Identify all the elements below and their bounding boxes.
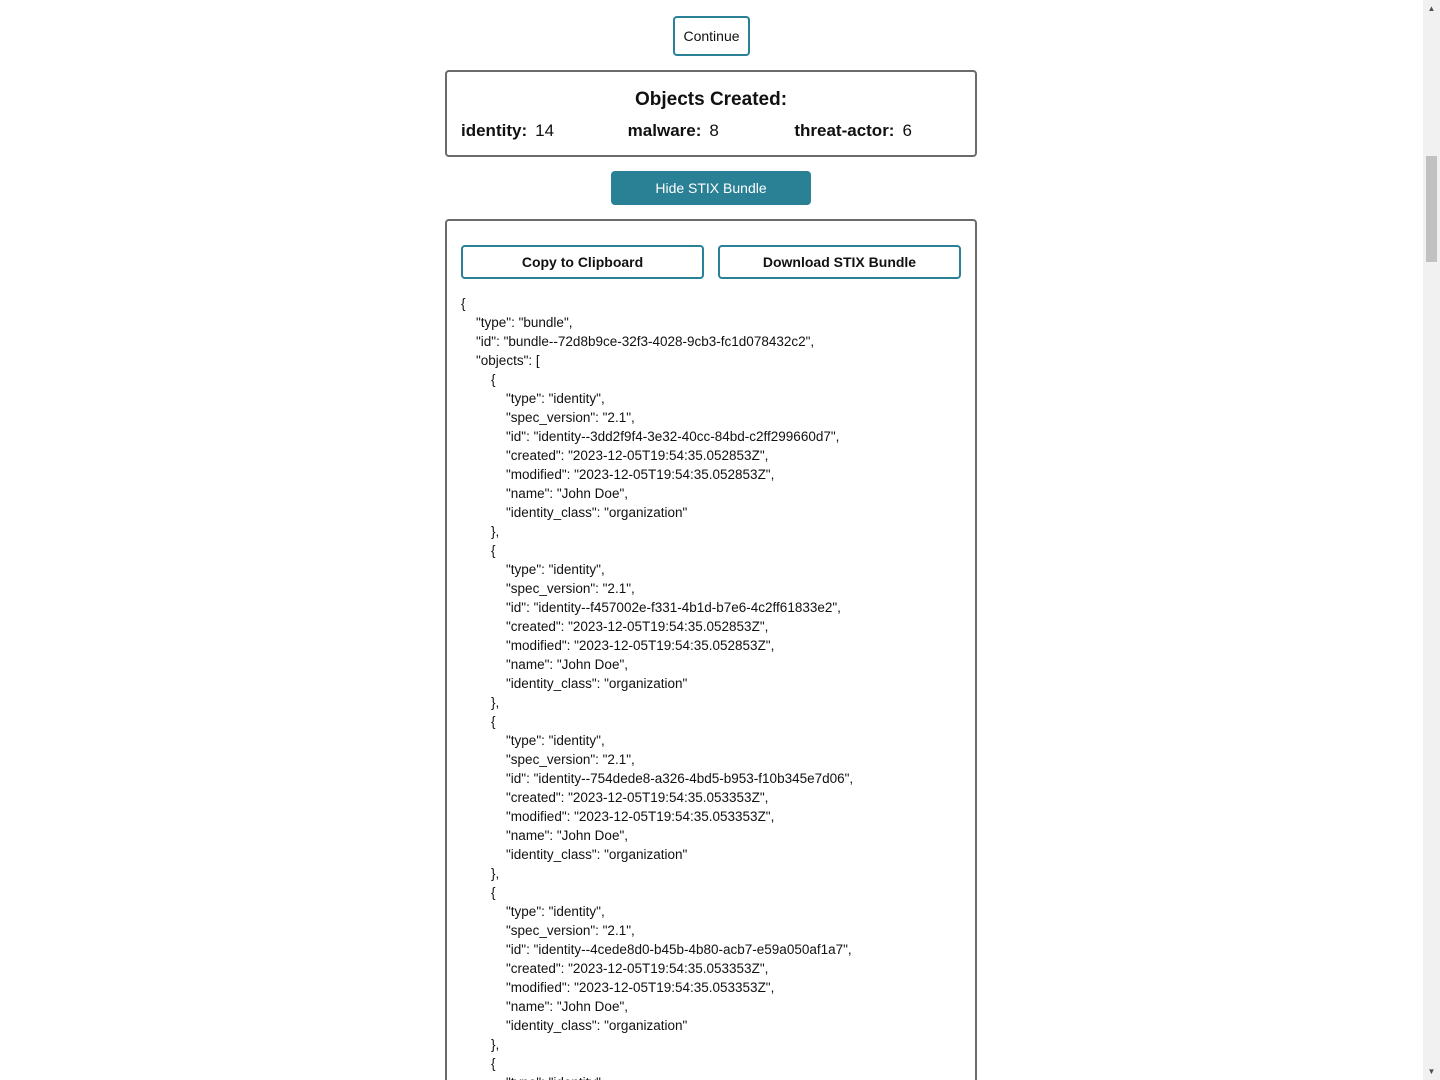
page: Continue Objects Created: identity: 14 ma… [0,0,1423,1080]
count-threat-actor: threat-actor: 6 [794,121,961,141]
object-counts: identity: 14 malware: 8 threat-actor: 6 [461,121,961,141]
count-key: malware: [627,121,702,140]
hide-stix-bundle-button[interactable]: Hide STIX Bundle [611,171,811,205]
objects-created-title: Objects Created: [634,89,788,110]
copy-to-clipboard-button[interactable]: Copy to Clipboard [461,245,704,279]
stix-bundle-json: { "type": "bundle", "id": "bundle--72d8b… [461,296,854,1080]
count-value: 14 [535,121,555,140]
continue-button[interactable]: Continue [673,16,750,56]
count-identity: identity: 14 [461,121,628,141]
chevron-up-icon[interactable]: ▲ [1423,0,1440,17]
count-malware: malware: 8 [628,121,795,141]
count-value: 6 [902,121,912,140]
objects-created-panel: Objects Created: identity: 14 malware: 8 t… [445,70,977,157]
count-key: identity: [461,121,528,140]
scrollbar-thumb[interactable] [1426,156,1437,262]
download-stix-bundle-button[interactable]: Download STIX Bundle [718,245,961,279]
page-scrollbar[interactable]: ▲ ▼ [1423,0,1440,1080]
stix-bundle-panel: Copy to Clipboard Download STIX Bundle {… [445,219,977,1080]
count-value: 8 [709,121,719,140]
chevron-down-icon[interactable]: ▼ [1423,1063,1440,1080]
count-key: threat-actor: [794,121,895,140]
